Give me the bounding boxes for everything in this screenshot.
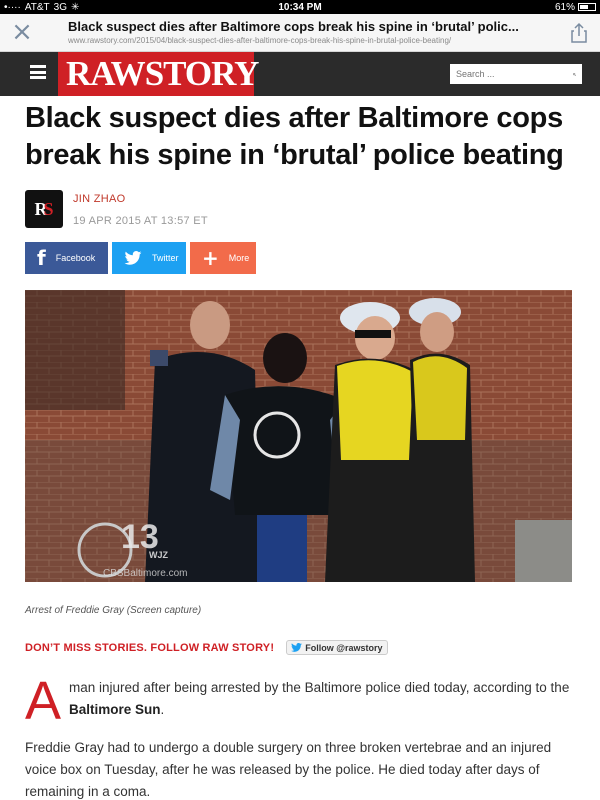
search-box[interactable]: [450, 64, 582, 84]
article-paragraph: Aman injured after being arrested by the…: [25, 671, 570, 731]
menu-icon[interactable]: [30, 65, 46, 79]
follow-twitter-button[interactable]: Follow @rawstory: [286, 640, 388, 655]
twitter-share-button[interactable]: Twitter: [112, 242, 186, 274]
plus-icon: +: [202, 246, 219, 270]
share-icon[interactable]: [568, 22, 590, 44]
follow-prompt: DON’T MISS STORIES. FOLLOW RAW STORY!: [25, 641, 275, 654]
search-input[interactable]: [456, 69, 573, 79]
status-bar: •···· AT&T 3G ✳ 10:34 PM 61%: [0, 0, 600, 14]
watermark-site: CBSBaltimore.com: [103, 568, 187, 579]
carrier-label: AT&T: [24, 1, 50, 13]
article-photo[interactable]: 13 WJZ CBSBaltimore.com: [25, 290, 572, 582]
article-paragraph-2: Freddie Gray had to undergo a double sur…: [25, 740, 552, 799]
network-label: 3G: [53, 1, 67, 13]
logo-raw: RAW: [66, 54, 146, 93]
more-share-button[interactable]: + More: [190, 242, 256, 274]
publish-date: 19 APR 2015 AT 13:57 ET: [73, 215, 208, 227]
close-icon[interactable]: ×: [10, 19, 34, 45]
source-link[interactable]: Baltimore Sun: [69, 702, 161, 717]
site-logo[interactable]: RAWSTORY: [58, 52, 259, 96]
photo-caption: Arrest of Freddie Gray (Screen capture): [25, 605, 202, 616]
twitter-bird-icon: [291, 643, 303, 652]
byline: RS JIN ZHAO 19 APR 2015 AT 13:57 ET: [25, 190, 575, 232]
follow-bar: DON’T MISS STORIES. FOLLOW RAW STORY! Fo…: [25, 640, 575, 655]
facebook-icon: f: [37, 246, 46, 270]
article: Black suspect dies after Baltimore cops …: [0, 100, 600, 800]
signal-icon: •····: [4, 1, 21, 13]
battery-percent: 61%: [554, 1, 575, 13]
search-icon[interactable]: [573, 68, 576, 81]
headline: Black suspect dies after Baltimore cops …: [25, 102, 564, 171]
activity-spinner-icon: ✳: [71, 1, 80, 13]
watermark-call-sign: WJZ: [149, 550, 169, 560]
author-avatar[interactable]: RS: [25, 190, 63, 228]
facebook-share-button[interactable]: f Facebook: [25, 242, 108, 274]
logo-story: STORY: [144, 54, 260, 93]
browser-url-bar: × Black suspect dies after Baltimore cop…: [0, 14, 600, 52]
twitter-icon: [124, 251, 142, 265]
share-buttons: f Facebook Twitter + More: [25, 242, 575, 274]
page-url[interactable]: www.rawstory.com/2015/04/black-suspect-d…: [68, 36, 538, 45]
drop-cap: A: [25, 671, 62, 731]
author-name[interactable]: JIN ZHAO: [73, 188, 208, 210]
page-title[interactable]: Black suspect dies after Baltimore cops …: [68, 19, 538, 34]
site-header: RAWSTORY: [0, 52, 600, 96]
clock: 10:34 PM: [278, 1, 322, 13]
battery-icon: [578, 3, 596, 11]
